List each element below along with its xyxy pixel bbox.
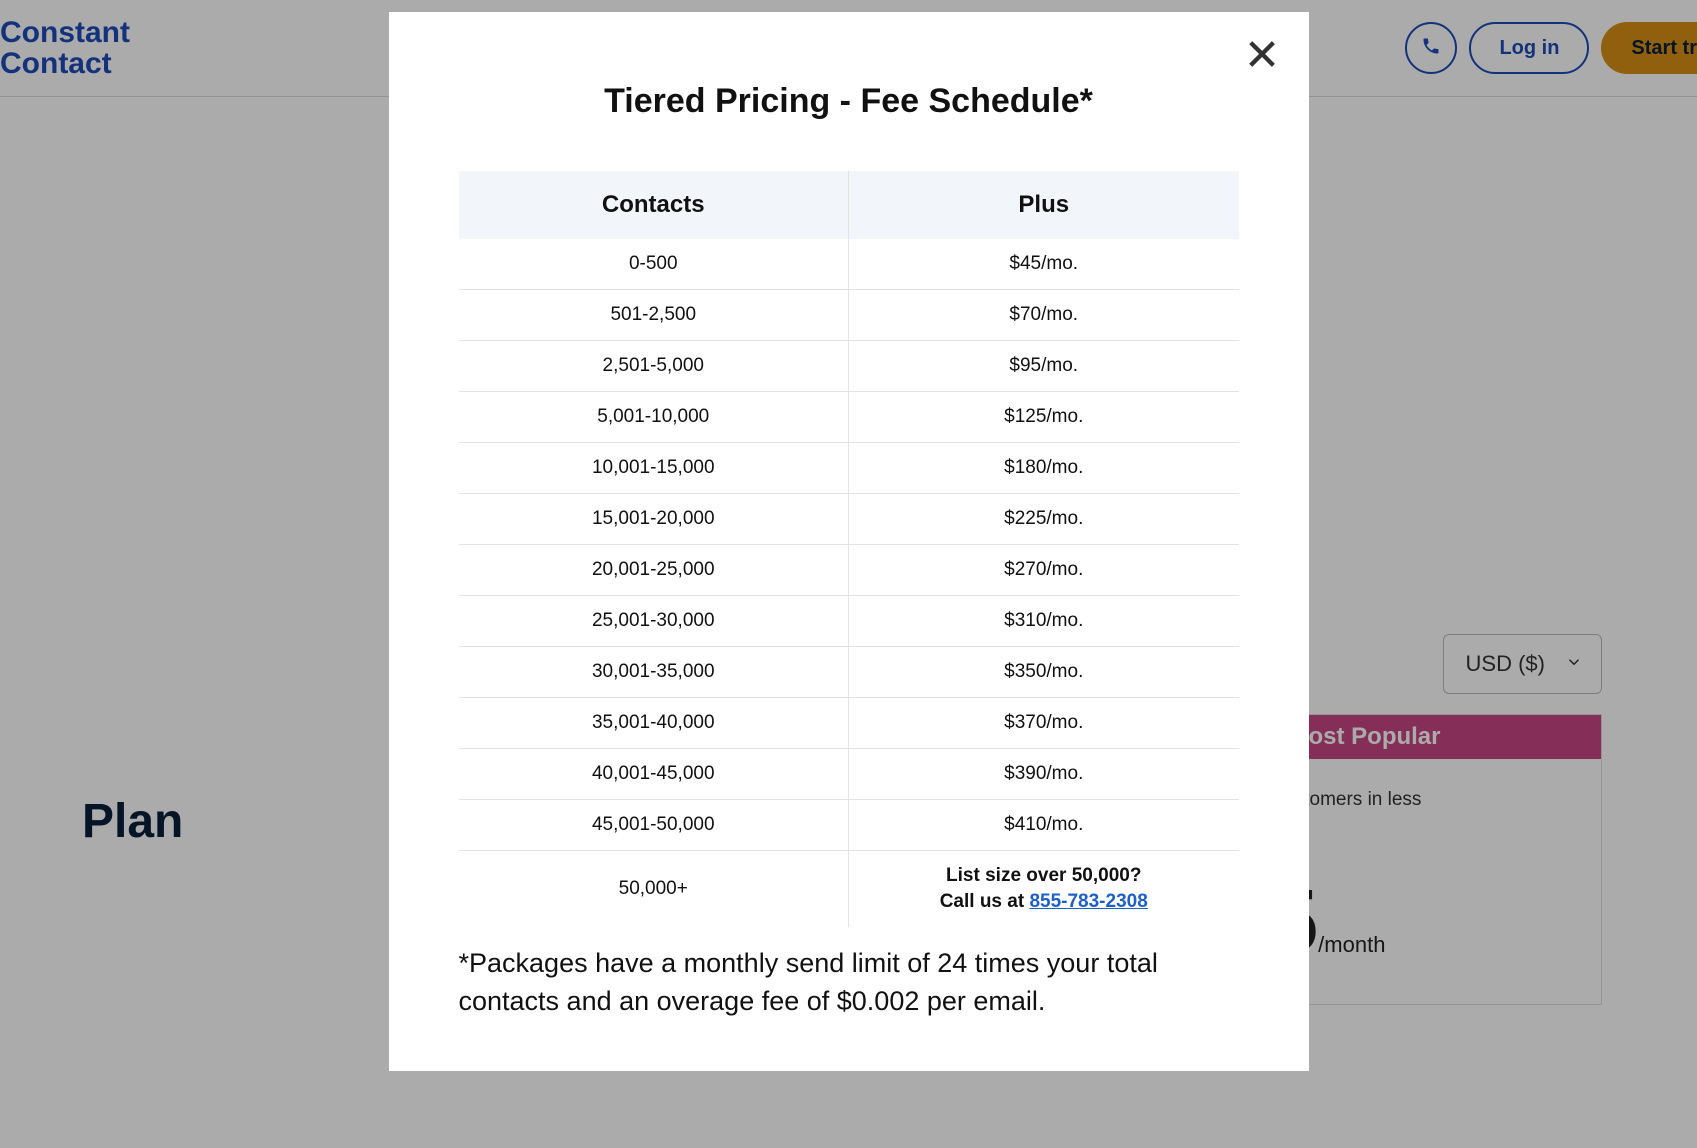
over-question: List size over 50,000? — [849, 865, 1239, 887]
cell-contacts: 0-500 — [459, 239, 849, 290]
cell-price: $390/mo. — [849, 749, 1239, 800]
pricing-modal: ✕ Tiered Pricing - Fee Schedule* Contact… — [389, 12, 1309, 1071]
phone-link[interactable]: 855-783-2308 — [1029, 891, 1147, 912]
cell-price: $310/mo. — [849, 596, 1239, 647]
cell-contacts: 15,001-20,000 — [459, 494, 849, 545]
footnote: *Packages have a monthly send limit of 2… — [459, 945, 1239, 1021]
cell-price: $410/mo. — [849, 800, 1239, 851]
cell-price: $70/mo. — [849, 290, 1239, 341]
th-plus: Plus — [849, 171, 1239, 239]
table-row: 40,001-45,000$390/mo. — [459, 749, 1239, 800]
table-row: 2,501-5,000$95/mo. — [459, 341, 1239, 392]
cell-price: $45/mo. — [849, 239, 1239, 290]
cell-contacts: 2,501-5,000 — [459, 341, 849, 392]
cell-contacts: 30,001-35,000 — [459, 647, 849, 698]
table-row: 501-2,500$70/mo. — [459, 290, 1239, 341]
cell-contacts: 50,000+ — [459, 851, 849, 928]
cell-price: $350/mo. — [849, 647, 1239, 698]
cell-contacts: 45,001-50,000 — [459, 800, 849, 851]
cell-price: $125/mo. — [849, 392, 1239, 443]
modal-overlay[interactable]: ✕ Tiered Pricing - Fee Schedule* Contact… — [0, 0, 1697, 1148]
cell-price: $270/mo. — [849, 545, 1239, 596]
table-row: 15,001-20,000$225/mo. — [459, 494, 1239, 545]
th-contacts: Contacts — [459, 171, 849, 239]
table-row-over: 50,000+List size over 50,000? Call us at … — [459, 851, 1239, 928]
cell-over-info: List size over 50,000? Call us at 855-783… — [849, 851, 1239, 928]
cell-price: $180/mo. — [849, 443, 1239, 494]
fee-table: Contacts Plus 0-500$45/mo.501-2,500$70/m… — [459, 171, 1239, 927]
table-row: 25,001-30,000$310/mo. — [459, 596, 1239, 647]
table-row: 0-500$45/mo. — [459, 239, 1239, 290]
close-icon: ✕ — [1244, 31, 1281, 80]
table-row: 10,001-15,000$180/mo. — [459, 443, 1239, 494]
table-row: 45,001-50,000$410/mo. — [459, 800, 1239, 851]
cell-price: $95/mo. — [849, 341, 1239, 392]
table-row: 35,001-40,000$370/mo. — [459, 698, 1239, 749]
over-call: Call us at 855-783-2308 — [849, 891, 1239, 913]
cell-contacts: 40,001-45,000 — [459, 749, 849, 800]
modal-title: Tiered Pricing - Fee Schedule* — [459, 82, 1239, 121]
table-row: 20,001-25,000$270/mo. — [459, 545, 1239, 596]
cell-price: $370/mo. — [849, 698, 1239, 749]
cell-contacts: 501-2,500 — [459, 290, 849, 341]
close-button[interactable]: ✕ — [1244, 34, 1281, 78]
cell-contacts: 35,001-40,000 — [459, 698, 849, 749]
cell-contacts: 20,001-25,000 — [459, 545, 849, 596]
cell-contacts: 5,001-10,000 — [459, 392, 849, 443]
cell-price: $225/mo. — [849, 494, 1239, 545]
table-row: 5,001-10,000$125/mo. — [459, 392, 1239, 443]
cell-contacts: 25,001-30,000 — [459, 596, 849, 647]
cell-contacts: 10,001-15,000 — [459, 443, 849, 494]
table-row: 30,001-35,000$350/mo. — [459, 647, 1239, 698]
call-prefix: Call us at — [940, 891, 1030, 912]
